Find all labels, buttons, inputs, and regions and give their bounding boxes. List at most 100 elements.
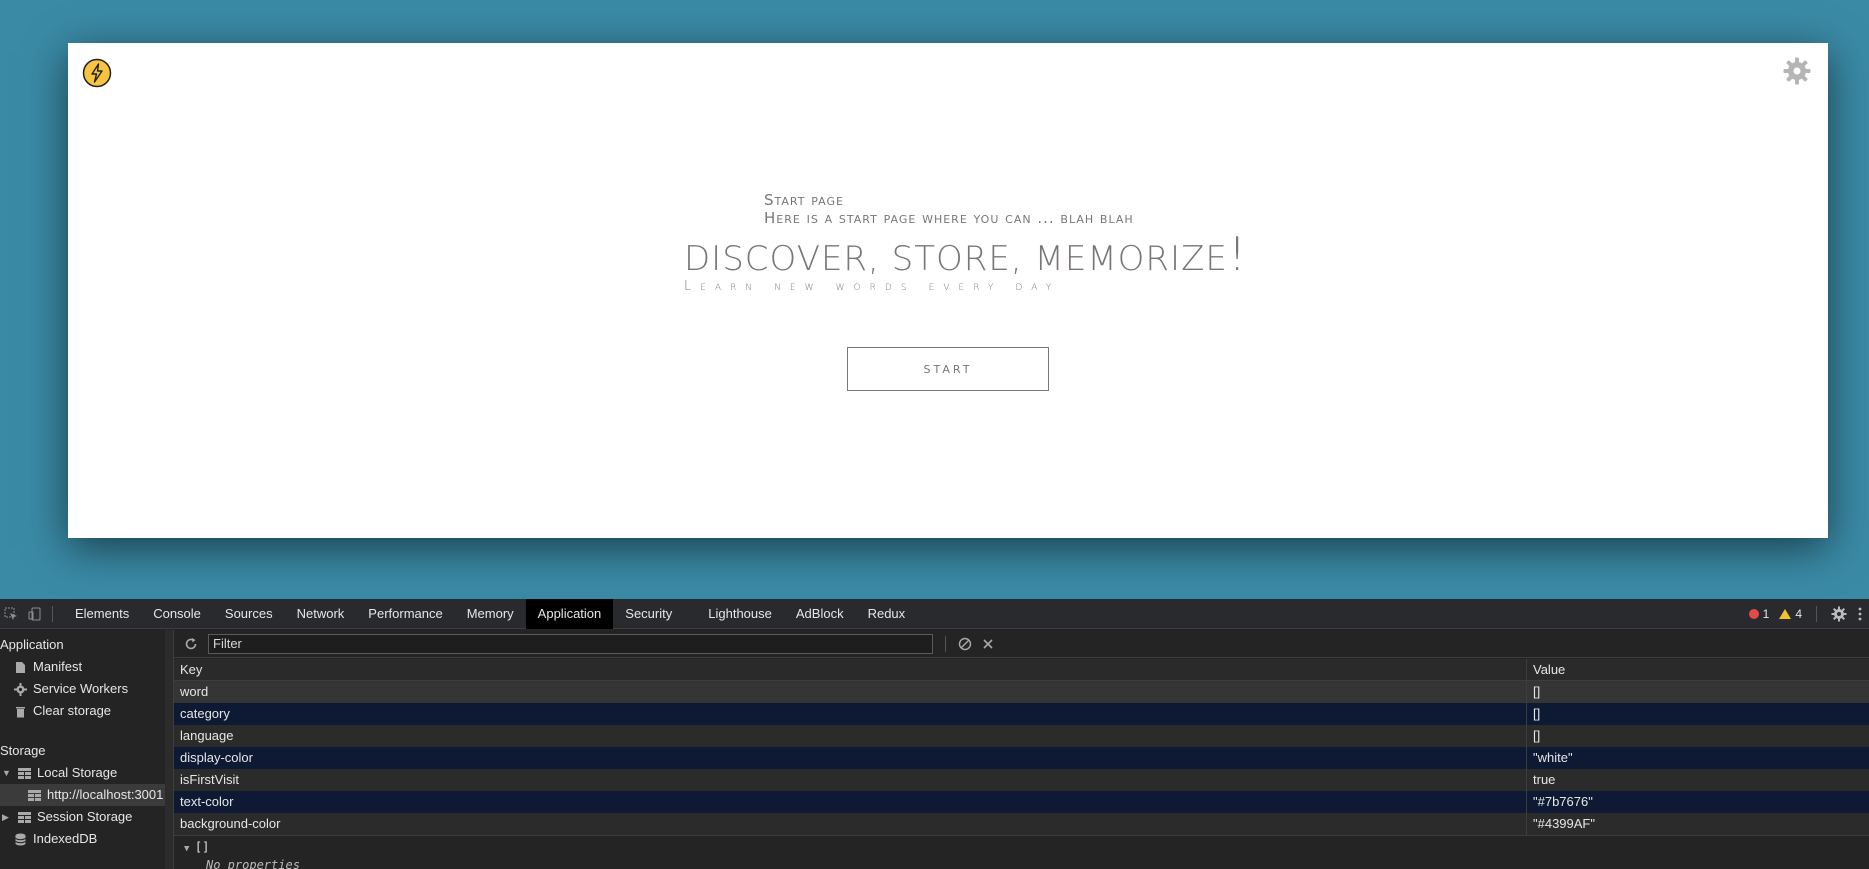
sidebar-item-label: Service Workers (33, 681, 129, 696)
tab-network[interactable]: Network (285, 599, 357, 629)
tab-redux[interactable]: Redux (856, 599, 918, 629)
refresh-icon[interactable] (184, 637, 198, 651)
hero-subtitle: Learn new words every day (684, 279, 1061, 294)
row-value: [] (1533, 684, 1541, 699)
storage-toolbar (174, 630, 1869, 658)
preview-root[interactable]: ▼ [] (184, 838, 1869, 856)
intro-title: Start page (764, 191, 844, 209)
sidebar-item-label: Local Storage (37, 765, 118, 780)
column-header-key[interactable]: Key (174, 659, 1527, 680)
devtools-status-area: 1 4 (1748, 599, 1869, 629)
row-value: [] (1533, 728, 1541, 743)
settings-gear-icon[interactable] (1831, 606, 1847, 622)
sidebar-item-label: http://localhost:3001 (47, 787, 164, 802)
hero-title-bang: ! (1227, 227, 1248, 281)
devtools-panel: Elements Console Sources Network Perform… (0, 598, 1869, 869)
tab-application[interactable]: Application (525, 598, 614, 629)
table-row[interactable]: word [] (174, 681, 1869, 703)
row-key: isFirstVisit (174, 769, 1527, 791)
tab-console[interactable]: Console (141, 599, 213, 629)
sidebar-item-session-storage[interactable]: ▶ Session Storage (0, 806, 173, 828)
error-count: 1 (1762, 607, 1770, 621)
sidebar-item-manifest[interactable]: Manifest (0, 656, 173, 678)
value-preview: ▼ [] No properties (174, 835, 1869, 869)
row-key: word (174, 681, 1527, 703)
expanded-triangle-icon[interactable]: ▼ (2, 762, 12, 784)
delete-selected-icon[interactable] (982, 638, 994, 650)
row-key: background-color (174, 813, 1527, 835)
row-key: category (174, 703, 1527, 725)
sidebar-header-application: Application (0, 637, 64, 652)
row-value: "white" (1533, 750, 1573, 765)
sidebar-header-storage: Storage (0, 743, 46, 758)
filter-input[interactable] (208, 633, 933, 654)
grid-table-icon (18, 767, 31, 779)
collapsed-triangle-icon[interactable]: ▶ (2, 806, 12, 828)
preview-root-value: [] (194, 840, 210, 854)
app-window: Start page Here is a start page where yo… (68, 43, 1828, 538)
storage-table: Key Value word [] category [] language [… (174, 659, 1869, 835)
hero-title-text: DISCOVER, STORE, MEMORIZE (684, 239, 1228, 279)
devtools-tabs: Elements Console Sources Network Perform… (63, 598, 918, 629)
tab-performance[interactable]: Performance (356, 599, 454, 629)
database-icon (15, 833, 26, 845)
column-header-value[interactable]: Value (1527, 659, 1869, 680)
intro-text: Start page Here is a start page where yo… (764, 191, 1134, 227)
row-value: "#7b7676" (1533, 794, 1593, 809)
sidebar-item-label: Manifest (33, 659, 83, 674)
trash-icon (16, 706, 25, 717)
tab-memory[interactable]: Memory (455, 599, 526, 629)
sidebar-item-label: Clear storage (33, 703, 112, 718)
table-header: Key Value (174, 659, 1869, 681)
inspect-element-icon[interactable] (4, 607, 18, 621)
preview-no-properties: No properties (206, 858, 300, 869)
tab-lighthouse[interactable]: Lighthouse (696, 599, 784, 629)
more-options-icon[interactable] (1857, 606, 1863, 622)
toolbar-divider (52, 605, 53, 622)
expanded-triangle-icon[interactable]: ▼ (184, 844, 195, 854)
sidebar-item-clear-storage[interactable]: Clear storage (0, 700, 173, 722)
device-toolbar-icon[interactable] (28, 607, 42, 621)
sidebar-item-local-storage[interactable]: ▼ Local Storage (0, 762, 173, 784)
sidebar-item-label: IndexedDB (33, 831, 98, 846)
table-row[interactable]: isFirstVisit true (174, 769, 1869, 791)
gear-icon[interactable] (1782, 56, 1812, 86)
storage-main: Key Value word [] category [] language [… (174, 630, 1869, 869)
row-value: true (1533, 772, 1556, 787)
devtools-tabbar: Elements Console Sources Network Perform… (0, 598, 1869, 629)
error-icon (1748, 609, 1759, 619)
tab-security[interactable]: Security (613, 599, 696, 629)
start-button[interactable]: START (847, 347, 1049, 391)
grid-table-icon (18, 811, 31, 823)
table-row[interactable]: text-color "#7b7676" (174, 791, 1869, 813)
tab-adblock[interactable]: AdBlock (784, 599, 856, 629)
sidebar-item-service-workers[interactable]: Service Workers (0, 678, 173, 700)
row-key: language (174, 725, 1527, 747)
gear-icon (14, 682, 27, 696)
row-value: [] (1533, 706, 1541, 721)
row-key: display-color (174, 747, 1527, 769)
sidebar-item-local-origin[interactable]: http://localhost:3001 (0, 784, 173, 806)
row-value: "#4399AF" (1533, 816, 1595, 831)
hero-title: DISCOVER, STORE, MEMORIZE! (684, 227, 1247, 281)
application-sidebar: Application Manifest Service Workers Cle… (0, 630, 174, 869)
table-row[interactable]: background-color "#4399AF" (174, 813, 1869, 835)
table-row[interactable]: category [] (174, 703, 1869, 725)
issues-badge[interactable]: 1 4 (1748, 607, 1802, 621)
warning-count: 4 (1795, 607, 1802, 621)
sidebar-item-indexeddb[interactable]: IndexedDB (0, 828, 173, 850)
row-key: text-color (174, 791, 1527, 813)
clear-all-icon[interactable] (958, 637, 972, 651)
sidebar-item-label: Session Storage (37, 809, 133, 824)
table-row[interactable]: display-color "white" (174, 747, 1869, 769)
toolbar-divider (945, 635, 946, 652)
tab-sources[interactable]: Sources (213, 599, 285, 629)
tab-elements[interactable]: Elements (63, 599, 141, 629)
lightning-logo-icon[interactable] (82, 58, 112, 88)
sidebar-scrollbar[interactable] (165, 630, 173, 869)
intro-description: Here is a start page where you can ... b… (764, 209, 1134, 227)
warning-icon (1779, 609, 1792, 619)
table-row[interactable]: language [] (174, 725, 1869, 747)
hero: DISCOVER, STORE, MEMORIZE! Learn new wor… (684, 227, 1247, 294)
